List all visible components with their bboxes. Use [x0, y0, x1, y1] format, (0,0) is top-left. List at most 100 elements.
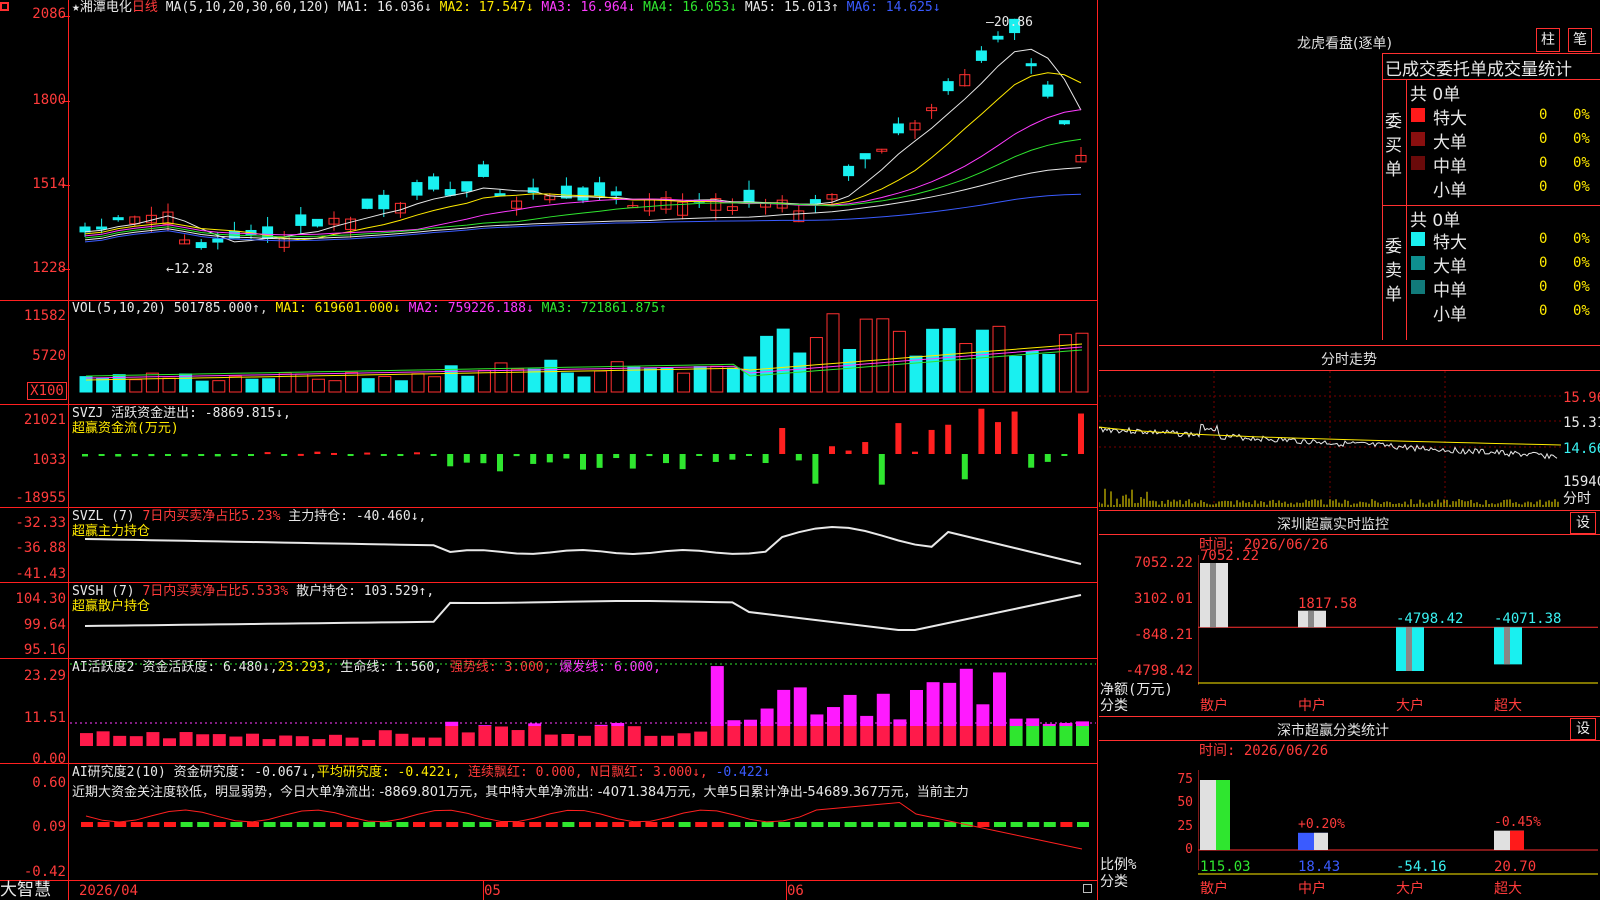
classify-bar-part — [1216, 780, 1230, 850]
volume-bar — [975, 329, 989, 393]
volume-bar — [129, 379, 143, 393]
candle — [311, 218, 323, 227]
activity-bar-top — [793, 687, 807, 726]
research-bar — [230, 822, 243, 827]
vol-unit-badge[interactable]: X100 — [27, 382, 67, 400]
volume-bar — [577, 376, 591, 393]
activity-bar — [910, 726, 923, 746]
activity-bar — [262, 739, 276, 746]
flow-bar — [1044, 454, 1051, 462]
research-bar — [662, 822, 674, 827]
monitor-settings-button[interactable]: 设 — [1570, 512, 1596, 534]
activity-bar — [179, 732, 193, 746]
right-panel: 龙虎看盘(逐单) 柱 笔 已成交委托单成交量统计 委买单 委卖单 共 0单 特大… — [1099, 0, 1600, 900]
svsh-y-label: 104.30 — [15, 591, 66, 607]
volume-bar — [1009, 355, 1023, 393]
research-bar — [794, 822, 807, 827]
activity-bar — [677, 733, 691, 746]
classify-value-label: 18.43 — [1298, 859, 1341, 875]
flow-bar — [1028, 454, 1035, 468]
research-bar — [844, 822, 857, 827]
volume-bar — [378, 375, 392, 393]
flow-bar — [862, 442, 869, 454]
flow-bar — [497, 454, 503, 472]
order-qty: 0 — [1539, 303, 1548, 319]
lock-icon[interactable] — [1083, 884, 1092, 893]
activity-bar-top — [445, 721, 459, 726]
research-chart[interactable] — [70, 800, 1096, 880]
intraday-chart[interactable] — [1099, 371, 1561, 507]
activity-bar-top — [910, 689, 923, 726]
ai-active-y-label: 11.51 — [23, 710, 66, 726]
flow-bar — [895, 423, 902, 454]
activity-bar — [876, 726, 890, 746]
flow-bar — [198, 454, 205, 456]
svzj-y-label: -18955 — [15, 490, 66, 506]
svzl-y-label: -41.43 — [15, 566, 66, 582]
monitor-category: 大户 — [1396, 698, 1424, 714]
research-bar — [911, 822, 923, 827]
activity-bar — [1009, 726, 1023, 746]
candle — [461, 181, 473, 192]
flow-bar — [696, 454, 703, 456]
main-holding-chart[interactable] — [70, 507, 1096, 582]
research-comment: 近期大资金关注度较低，明显弱势，今日大单净流出: -8869.801万元，其中特… — [72, 785, 969, 800]
volume-chart[interactable] — [70, 300, 1096, 404]
flow-bar — [995, 422, 1001, 454]
activity-chart[interactable] — [70, 658, 1096, 763]
classify-settings-button[interactable]: 设 — [1570, 718, 1596, 740]
tick-view-button[interactable]: 笔 — [1568, 28, 1592, 52]
intraday-y-label: 15.96 — [1563, 390, 1600, 406]
retail-holding-chart[interactable] — [70, 582, 1096, 658]
chart-area[interactable]: ★湘潭电化日线 MA(5,10,20,30,60,120) MA1: 16.03… — [0, 0, 1098, 900]
activity-bar — [279, 735, 293, 746]
sell-group-label: 委卖单 — [1385, 237, 1402, 305]
flow-bar — [961, 454, 968, 480]
flow-bar — [297, 453, 304, 456]
activity-bar — [661, 735, 674, 746]
flow-bar — [646, 454, 653, 457]
classify-bar-part — [1510, 830, 1524, 850]
activity-bar-top — [1059, 722, 1073, 726]
activity-bar — [843, 726, 857, 746]
activity-bar-top — [777, 689, 791, 726]
classify-value-label: -54.16 — [1396, 859, 1447, 875]
research-bar — [944, 822, 957, 827]
order-pct: 0% — [1573, 131, 1590, 147]
fund-flow-chart[interactable] — [70, 404, 1096, 507]
research-bar — [529, 822, 542, 827]
research-bar — [81, 822, 93, 827]
activity-bar — [860, 726, 874, 746]
brand-logo[interactable]: 大智慧 — [0, 881, 68, 900]
research-bar — [1043, 822, 1056, 827]
research-bar — [545, 822, 558, 827]
volume-bar — [527, 368, 541, 393]
flow-bar — [1011, 411, 1018, 454]
activity-bar — [345, 737, 359, 746]
order-qty: 0 — [1539, 279, 1548, 295]
activity-bar — [561, 733, 575, 746]
research-bar — [429, 822, 442, 827]
volume-bar — [992, 325, 1006, 393]
flow-bar — [447, 454, 454, 467]
date-label: 2026/04 — [79, 883, 139, 899]
research-bar — [562, 822, 575, 827]
volume-bar — [726, 367, 740, 393]
activity-bar — [943, 726, 957, 746]
price-y-label: 2086 — [32, 6, 66, 22]
candlestick-chart[interactable] — [70, 0, 1096, 300]
legend-swatch — [1411, 156, 1425, 170]
volume-bar — [1075, 332, 1089, 393]
monitor-y-label: -848.21 — [1133, 627, 1193, 643]
flow-bar — [812, 454, 819, 484]
flow-bar — [945, 424, 952, 454]
candle — [1058, 120, 1070, 125]
volume-bar — [1025, 351, 1039, 393]
activity-bar-top — [710, 666, 724, 726]
retail-holding-line — [84, 594, 1082, 631]
research-bar — [213, 822, 226, 827]
bar-view-button[interactable]: 柱 — [1536, 28, 1560, 52]
flow-bar — [131, 454, 138, 457]
research-bar — [147, 822, 160, 827]
activity-bar-top — [760, 708, 774, 726]
